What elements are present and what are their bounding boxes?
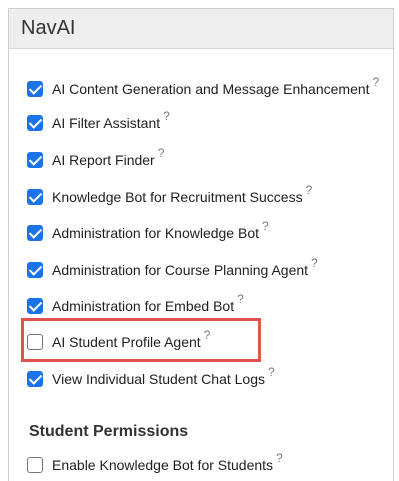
help-icon[interactable]: ?: [306, 183, 313, 197]
permission-label: Enable Knowledge Bot for Students: [52, 457, 274, 473]
permission-label: AI Student Profile Agent: [52, 334, 201, 350]
permission-label: AI Content Generation and Message Enhanc…: [52, 81, 370, 97]
permission-label: Administration for Knowledge Bot: [52, 225, 259, 241]
help-icon[interactable]: ?: [163, 109, 170, 123]
checkbox[interactable]: [27, 457, 43, 473]
checkbox[interactable]: [27, 262, 43, 278]
panel-header: NavAI: [9, 9, 393, 49]
permission-row-admin-knowledge-bot[interactable]: Administration for Knowledge Bot ?: [27, 219, 269, 243]
checkbox[interactable]: [27, 115, 43, 131]
checkbox[interactable]: [27, 81, 43, 97]
checkbox[interactable]: [27, 371, 43, 387]
help-icon[interactable]: ?: [262, 219, 269, 233]
checkbox[interactable]: [27, 225, 43, 241]
checkbox[interactable]: [27, 298, 43, 314]
checkbox[interactable]: [27, 189, 43, 205]
permission-label: Administration for Embed Bot: [52, 298, 235, 314]
permission-row-admin-course-planning[interactable]: Administration for Course Planning Agent…: [27, 256, 318, 280]
panel-title: NavAI: [21, 17, 76, 39]
help-icon[interactable]: ?: [276, 451, 283, 465]
permission-label: AI Report Finder: [52, 152, 155, 168]
section-heading-student-permissions: Student Permissions: [29, 423, 189, 440]
permission-row-ai-student-profile-agent[interactable]: AI Student Profile Agent ?: [27, 328, 210, 352]
permission-label: AI Filter Assistant: [52, 115, 161, 131]
permission-label: Knowledge Bot for Recruitment Success: [52, 189, 303, 205]
permission-label: Administration for Course Planning Agent: [52, 262, 309, 278]
permission-row-ai-content-generation[interactable]: AI Content Generation and Message Enhanc…: [27, 75, 379, 99]
permission-label: View Individual Student Chat Logs: [52, 371, 265, 387]
help-icon[interactable]: ?: [237, 292, 244, 306]
permission-row-enable-knowledge-bot-students[interactable]: Enable Knowledge Bot for Students ?: [27, 451, 283, 475]
permission-row-ai-filter-assistant[interactable]: AI Filter Assistant ?: [27, 109, 170, 133]
checkbox[interactable]: [27, 152, 43, 168]
help-icon[interactable]: ?: [373, 75, 380, 89]
help-icon[interactable]: ?: [268, 365, 275, 379]
checkbox[interactable]: [27, 334, 43, 350]
help-icon[interactable]: ?: [311, 256, 318, 270]
permission-row-view-student-chat-logs[interactable]: View Individual Student Chat Logs ?: [27, 365, 275, 389]
permission-row-knowledge-bot-recruitment[interactable]: Knowledge Bot for Recruitment Success ?: [27, 183, 312, 207]
permission-row-ai-report-finder[interactable]: AI Report Finder ?: [27, 146, 164, 170]
help-icon[interactable]: ?: [204, 328, 211, 342]
permission-row-admin-embed-bot[interactable]: Administration for Embed Bot ?: [27, 292, 244, 316]
help-icon[interactable]: ?: [158, 146, 165, 160]
